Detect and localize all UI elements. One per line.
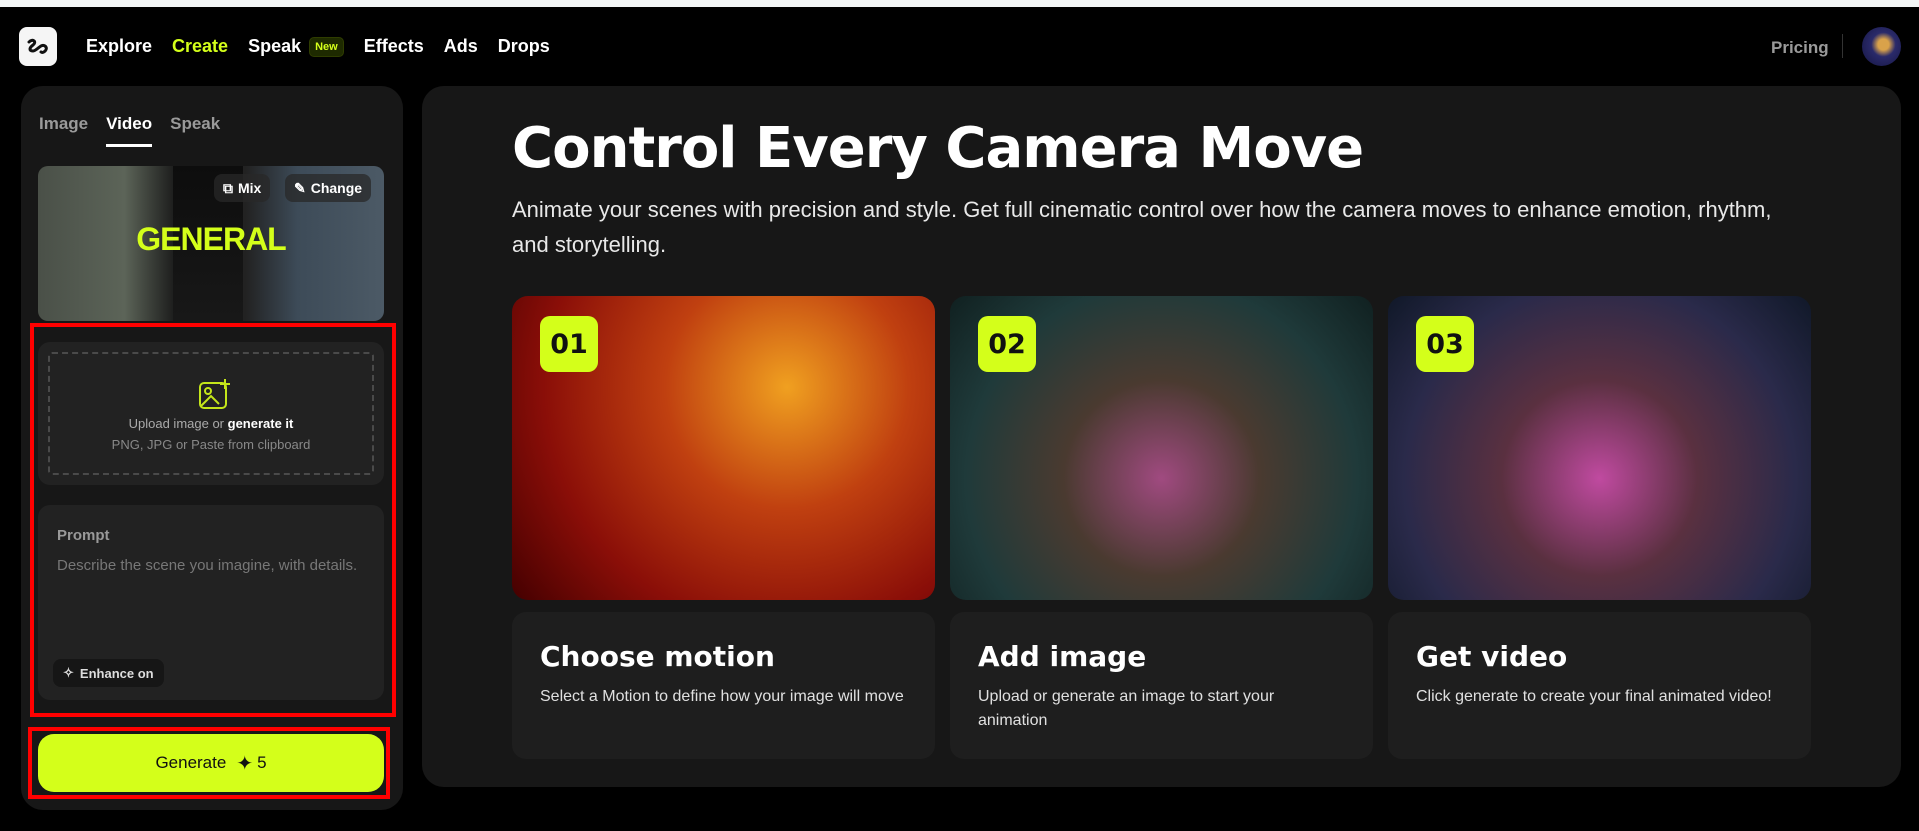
generate-cost: 5 bbox=[257, 753, 267, 772]
prompt-box[interactable]: Prompt Describe the scene you imagine, w… bbox=[38, 505, 384, 700]
nav-drops[interactable]: Drops bbox=[498, 36, 550, 57]
step-image: 01 bbox=[512, 296, 935, 600]
upload-formats: PNG, JPG or Paste from clipboard bbox=[111, 437, 311, 452]
image-upload-area[interactable]: Upload image or generate it PNG, JPG or … bbox=[38, 342, 384, 485]
create-panel: Image Video Speak GENERAL ⧉ Mix ✎ Change U… bbox=[21, 86, 403, 810]
generate-button[interactable]: Generate ✦ 5 bbox=[38, 734, 384, 792]
step-number: 01 bbox=[540, 316, 598, 372]
tab-speak[interactable]: Speak bbox=[170, 114, 220, 147]
step-title: Add image bbox=[978, 640, 1147, 673]
enhance-label: Enhance on bbox=[79, 665, 154, 681]
prompt-label: Prompt bbox=[57, 527, 110, 544]
pricing-link[interactable]: Pricing bbox=[1771, 38, 1829, 58]
step-number: 02 bbox=[978, 316, 1036, 372]
step-card-3: 03 Get video Click generate to create you… bbox=[1388, 296, 1811, 759]
nav-effects[interactable]: Effects bbox=[364, 36, 424, 57]
step-card-2: 02 Add image Upload or generate an image … bbox=[950, 296, 1373, 759]
mix-label: Mix bbox=[238, 180, 262, 196]
nav-explore[interactable]: Explore bbox=[86, 36, 152, 57]
change-label: Change bbox=[310, 180, 363, 196]
page-subtitle: Animate your scenes with precision and s… bbox=[512, 197, 1772, 257]
mode-tabs: Image Video Speak bbox=[39, 114, 220, 147]
generate-it-link[interactable]: generate it bbox=[228, 416, 294, 431]
step-desc: Upload or generate an image to start you… bbox=[978, 688, 1275, 729]
nav-speak[interactable]: Speak bbox=[248, 36, 301, 57]
divider bbox=[1842, 34, 1843, 58]
step-card-1: 01 Choose motion Select a Motion to defin… bbox=[512, 296, 935, 759]
add-image-icon bbox=[199, 379, 230, 409]
logo[interactable] bbox=[19, 27, 57, 66]
avatar[interactable] bbox=[1862, 27, 1901, 66]
tab-video[interactable]: Video bbox=[106, 114, 153, 147]
tab-image[interactable]: Image bbox=[39, 114, 88, 147]
nav-create[interactable]: Create bbox=[172, 36, 228, 57]
mix-icon: ⧉ bbox=[223, 179, 233, 196]
magic-wand-icon: ✧ bbox=[63, 665, 74, 680]
step-title: Get video bbox=[1416, 640, 1568, 673]
main-content: Control Every Camera Move Animate your s… bbox=[422, 86, 1901, 787]
browser-strip bbox=[0, 0, 1919, 7]
motion-title: GENERAL bbox=[136, 221, 286, 257]
step-image: 02 bbox=[950, 296, 1373, 600]
step-title: Choose motion bbox=[540, 640, 775, 673]
step-number: 03 bbox=[1416, 316, 1474, 372]
step-image: 03 bbox=[1388, 296, 1811, 600]
main-nav: Explore Create Speak New Effects Ads Dro… bbox=[86, 36, 550, 57]
prompt-input[interactable]: Describe the scene you imagine, with det… bbox=[57, 554, 365, 578]
dropzone[interactable]: Upload image or generate it PNG, JPG or … bbox=[48, 352, 374, 475]
enhance-toggle[interactable]: ✧ Enhance on bbox=[53, 659, 164, 687]
generate-label: Generate bbox=[155, 753, 227, 772]
mix-button[interactable]: ⧉ Mix bbox=[214, 174, 271, 202]
step-desc: Click generate to create your final anim… bbox=[1416, 688, 1772, 705]
sparkle-icon: ✦ bbox=[236, 752, 254, 775]
motion-preview[interactable]: GENERAL ⧉ Mix ✎ Change bbox=[38, 166, 384, 321]
new-badge: New bbox=[309, 36, 344, 57]
upload-text: Upload image or bbox=[128, 416, 228, 431]
nav-ads[interactable]: Ads bbox=[444, 36, 478, 57]
logo-icon bbox=[27, 38, 48, 54]
page-title: Control Every Camera Move bbox=[512, 116, 1364, 181]
change-button[interactable]: ✎ Change bbox=[285, 174, 372, 202]
pencil-icon: ✎ bbox=[294, 179, 306, 196]
step-desc: Select a Motion to define how your image… bbox=[540, 688, 904, 705]
